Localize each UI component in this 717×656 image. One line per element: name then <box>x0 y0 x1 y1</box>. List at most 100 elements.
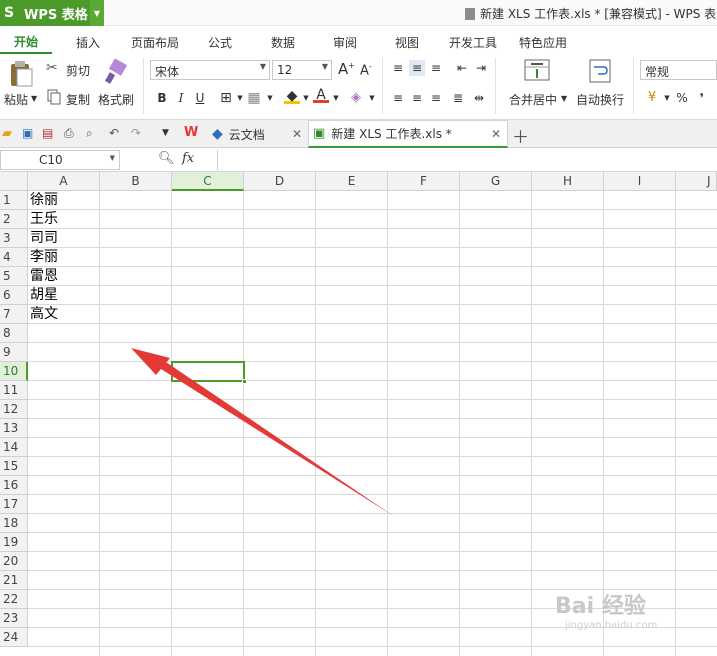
align-right-icon[interactable]: ≡ <box>428 90 444 106</box>
paste-button[interactable]: 粘贴 <box>4 91 28 108</box>
merge-dropdown-icon[interactable]: ▼ <box>262 90 278 106</box>
align-center-icon[interactable]: ≡ <box>409 90 425 106</box>
number-format-value: 常规 <box>645 65 670 79</box>
wps-logo-icon: S <box>4 5 15 21</box>
zoom-find-icon[interactable]: 🔍︎ <box>158 151 175 166</box>
tab-current-workbook-label: 新建 XLS 工作表.xls * <box>331 127 452 141</box>
comma-style-icon[interactable]: ❜ <box>694 90 710 106</box>
wrap-text-button[interactable]: 自动换行 <box>576 91 624 108</box>
font-size-value: 12 <box>277 63 293 77</box>
format-painter-icon[interactable] <box>103 59 129 85</box>
cut-button[interactable]: 剪切 <box>66 62 90 79</box>
align-bottom-icon[interactable]: ≡ <box>428 60 444 76</box>
app-name: WPS 表格 <box>24 7 88 23</box>
print-preview-icon[interactable]: ⌕ <box>86 126 93 141</box>
window-title: 新建 XLS 工作表.xls * [兼容模式] - WPS 表 <box>465 5 716 22</box>
formula-bar: C10 ▼ 🔍︎ fx <box>0 148 717 172</box>
annotation-arrow-icon <box>131 348 395 517</box>
wrap-text-icon[interactable] <box>589 59 611 83</box>
title-bar: S WPS 表格 ▼ 新建 XLS 工作表.xls * [兼容模式] - WPS… <box>0 0 717 26</box>
justify-icon[interactable]: ≣ <box>450 90 466 106</box>
clear-format-icon[interactable]: ◈ <box>348 90 364 106</box>
name-box[interactable]: C10 ▼ <box>0 150 120 170</box>
font-color-icon[interactable]: A <box>313 87 329 103</box>
app-menu-dropdown-icon[interactable]: ▼ <box>90 0 104 26</box>
insert-function-icon[interactable]: fx <box>182 151 194 166</box>
spreadsheet-grid: A B C D E F G H I J 1 2 3 4 5 6 7 8 9 10… <box>0 172 717 656</box>
clear-format-dropdown-icon[interactable]: ▼ <box>364 90 380 106</box>
menu-bar: 开始 插入 页面布局 公式 数据 审阅 视图 开发工具 特色应用 <box>0 26 717 54</box>
wps-home-icon[interactable]: W <box>184 125 198 140</box>
tab-developer[interactable]: 开发工具 <box>449 34 497 51</box>
tab-cloud-docs[interactable]: ◆ 云文档 ✕ <box>208 120 308 148</box>
number-format-select[interactable]: 常规 <box>640 60 717 80</box>
ribbon-divider <box>382 58 383 114</box>
decrease-indent-icon[interactable]: ⇤ <box>454 60 470 76</box>
redo-icon[interactable]: ↷ <box>131 126 141 140</box>
align-left-icon[interactable]: ≡ <box>390 90 406 106</box>
app-menu-button[interactable]: S WPS 表格 ▼ <box>0 0 104 26</box>
tab-current-workbook[interactable]: ▣ 新建 XLS 工作表.xls * ✕ <box>308 120 508 148</box>
tab-review[interactable]: 审阅 <box>333 34 357 51</box>
quick-access-dropdown-icon[interactable]: ▼ <box>162 128 169 138</box>
undo-icon[interactable]: ↶ <box>109 126 119 140</box>
watermark-url: jingyan.baidu.com <box>565 620 658 631</box>
currency-dropdown-icon[interactable]: ▼ <box>659 90 675 106</box>
tab-home[interactable]: 开始 <box>0 26 53 54</box>
font-name-select[interactable]: 宋体 ▼ <box>150 60 270 80</box>
tab-formulas[interactable]: 公式 <box>208 34 232 51</box>
cloud-doc-icon: ◆ <box>212 126 223 142</box>
ribbon-divider <box>143 58 144 114</box>
distributed-icon[interactable]: ⇹ <box>471 90 487 106</box>
name-box-value: C10 <box>39 153 63 167</box>
watermark: Bai 经验 <box>555 594 646 619</box>
currency-icon[interactable]: ¥ <box>644 90 660 106</box>
ribbon-divider <box>633 58 634 114</box>
align-middle-icon[interactable]: ≡ <box>409 60 425 76</box>
font-size-select[interactable]: 12 ▼ <box>272 60 332 80</box>
underline-icon[interactable]: U <box>192 90 208 106</box>
copy-icon[interactable] <box>47 89 61 105</box>
paste-icon[interactable] <box>8 60 34 88</box>
print-icon[interactable]: ⎙ <box>64 126 74 141</box>
ribbon: 粘贴 ▼ ✂ 剪切 复制 格式刷 宋体 ▼ 12 ▼ A+ A- B I U ⊞ ▼… <box>0 54 717 120</box>
tab-data[interactable]: 数据 <box>271 34 295 51</box>
bold-icon[interactable]: B <box>154 90 170 106</box>
chevron-down-icon: ▼ <box>259 62 266 71</box>
increase-font-icon[interactable]: A+ <box>338 60 355 78</box>
tab-page-layout[interactable]: 页面布局 <box>131 34 179 51</box>
decrease-font-icon[interactable]: A- <box>360 62 372 78</box>
percent-icon[interactable]: % <box>674 90 690 106</box>
save-icon[interactable]: ▣ <box>22 126 33 140</box>
tab-insert[interactable]: 插入 <box>76 34 100 51</box>
window-title-text: 新建 XLS 工作表.xls * [兼容模式] - WPS 表 <box>480 7 717 21</box>
close-icon[interactable]: ✕ <box>491 127 501 141</box>
export-pdf-icon[interactable]: ▤ <box>42 126 53 140</box>
arrow-shaft <box>150 354 395 517</box>
font-color-dropdown-icon[interactable]: ▼ <box>328 90 344 106</box>
open-folder-icon[interactable]: ▰ <box>2 126 12 141</box>
merge-center-button[interactable]: 合并居中 <box>509 91 557 108</box>
tab-view[interactable]: 视图 <box>395 34 419 51</box>
scissors-icon[interactable]: ✂ <box>46 60 58 76</box>
increase-indent-icon[interactable]: ⇥ <box>473 60 489 76</box>
italic-icon[interactable]: I <box>173 90 189 106</box>
fill-color-dropdown-icon[interactable]: ▼ <box>298 90 314 106</box>
close-icon[interactable]: ✕ <box>292 127 302 141</box>
paste-dropdown-icon[interactable]: ▼ <box>31 94 37 103</box>
tab-cloud-docs-label: 云文档 <box>228 127 265 142</box>
merge-center-dropdown-icon[interactable]: ▼ <box>561 94 567 103</box>
new-tab-icon[interactable]: ＋ <box>512 123 529 148</box>
tab-special-apps[interactable]: 特色应用 <box>519 34 567 51</box>
formula-input[interactable] <box>217 150 717 170</box>
align-top-icon[interactable]: ≡ <box>390 60 406 76</box>
merge-center-icon[interactable] <box>524 59 550 83</box>
spreadsheet-icon: ▣ <box>313 126 326 141</box>
document-icon <box>465 8 475 20</box>
merge-cells-icon[interactable]: ▦ <box>246 90 262 106</box>
chevron-down-icon[interactable]: ▼ <box>110 154 115 162</box>
format-painter-button[interactable]: 格式刷 <box>98 91 134 108</box>
font-name-value: 宋体 <box>155 65 180 79</box>
copy-button[interactable]: 复制 <box>66 91 90 108</box>
ribbon-divider <box>495 58 496 114</box>
